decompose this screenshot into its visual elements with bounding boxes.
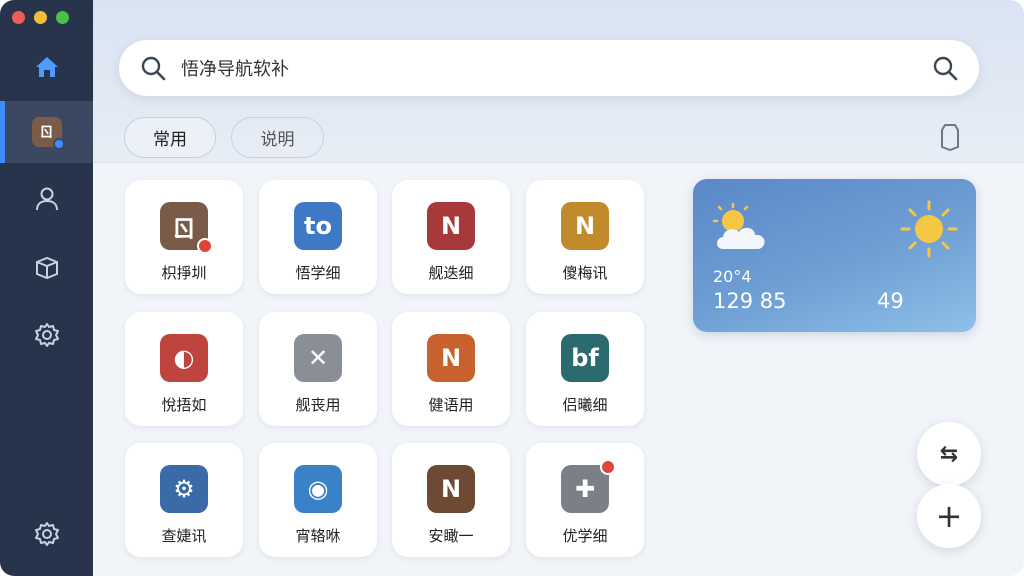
app-card[interactable]: N 舰迭细 — [392, 180, 510, 294]
app-icon: ✕ — [294, 334, 342, 382]
weather-values: 129 85 — [713, 289, 787, 313]
gear-icon — [34, 522, 59, 546]
share-button[interactable]: ⇆ — [917, 422, 981, 486]
home-icon — [35, 57, 58, 77]
sidebar-item-apps[interactable]: ㄖ — [0, 101, 93, 163]
app-icon-glyph: to — [304, 212, 332, 240]
weather-widget[interactable]: 20°4 129 85 49 — [693, 179, 976, 332]
app-icon: ㄖ — [31, 117, 65, 150]
app-label: 健语用 — [428, 396, 474, 414]
active-dot-icon — [52, 138, 65, 150]
search-bar[interactable]: 悟净导航软补 — [119, 40, 979, 96]
sidebar-item-settings[interactable] — [0, 304, 93, 366]
app-label: 侣曦细 — [562, 396, 608, 414]
window-controls — [12, 11, 69, 24]
app-icon: ㄖ — [160, 202, 213, 254]
sidebar-item-box[interactable] — [0, 236, 93, 298]
app-label: 傻梅讯 — [562, 264, 608, 282]
user-icon — [35, 187, 58, 211]
app-label: 宵辂咻 — [295, 527, 341, 545]
tab-help[interactable]: 说明 — [231, 117, 324, 158]
app-icon-glyph: N — [440, 212, 462, 240]
app-card[interactable]: ㄖ 枳掙圳 — [125, 180, 243, 294]
app-label: 查婕讯 — [161, 527, 207, 545]
app-icon-glyph: ㄖ — [172, 214, 196, 243]
sidebar-item-user[interactable] — [0, 168, 93, 230]
tab-common[interactable]: 常用 — [124, 117, 216, 158]
weather-value-right: 49 — [877, 289, 904, 313]
app-icon: N — [427, 334, 475, 382]
app-card[interactable]: ◐ 悅捂如 — [125, 312, 243, 426]
box-icon — [35, 256, 58, 280]
app-icon: bf — [561, 334, 609, 382]
notification-badge-icon — [600, 459, 616, 475]
weather-temperature: 20°4 — [713, 267, 752, 286]
search-input[interactable]: 悟净导航软补 — [181, 55, 931, 81]
app-label: 优学细 — [562, 527, 608, 545]
sidebar-item-settings-bottom[interactable] — [0, 503, 93, 565]
plus-icon: + — [935, 497, 963, 535]
app-icon-glyph: N — [440, 344, 462, 372]
notification-badge-icon — [197, 238, 213, 254]
app-icon-glyph: ◉ — [307, 475, 329, 503]
app-icon: N — [427, 202, 475, 250]
app-card[interactable]: ◉ 宵辂咻 — [259, 443, 377, 557]
app-card[interactable]: ✕ 舰丧用 — [259, 312, 377, 426]
close-window-button[interactable] — [12, 11, 25, 24]
sidebar-app-icon-text: ㄖ — [39, 125, 54, 141]
app-icon: ✚ — [561, 459, 616, 513]
app-icon-glyph: N — [440, 475, 462, 503]
minimize-window-button[interactable] — [34, 11, 47, 24]
search-button-icon[interactable] — [931, 54, 959, 82]
sun-icon — [900, 200, 958, 258]
app-label: 枳掙圳 — [161, 264, 207, 282]
app-icon: ⚙ — [160, 465, 208, 513]
app-label: 舰丧用 — [295, 396, 341, 414]
app-card[interactable]: N 安瞰一 — [392, 443, 510, 557]
gear-icon — [34, 323, 59, 347]
app-card[interactable]: bf 侣曦细 — [526, 312, 644, 426]
app-icon-glyph: ✕ — [307, 344, 329, 372]
app-label: 安瞰一 — [428, 527, 474, 545]
app-window: ㄖ 悟净导航软补 常用 说明 ㄖ 枳掙圳 to 悟学细 N 舰迭细 N 傻梅讯 … — [0, 0, 1024, 576]
app-icon: to — [294, 202, 342, 250]
sidebar-item-home[interactable] — [0, 36, 93, 98]
app-icon-glyph: N — [574, 212, 596, 240]
sidebar: ㄖ — [0, 0, 93, 576]
app-icon: ◉ — [294, 465, 342, 513]
app-card[interactable]: N 傻梅讯 — [526, 180, 644, 294]
app-icon-glyph: bf — [571, 344, 599, 372]
app-label: 悅捂如 — [161, 396, 207, 414]
app-card[interactable]: to 悟学细 — [259, 180, 377, 294]
app-icon: N — [427, 465, 475, 513]
app-label: 悟学细 — [295, 264, 341, 282]
app-label: 舰迭细 — [428, 264, 474, 282]
app-icon-glyph: ⚙ — [173, 475, 195, 503]
maximize-window-button[interactable] — [56, 11, 69, 24]
app-card[interactable]: ✚ 优学细 — [526, 443, 644, 557]
app-icon-glyph: ✚ — [574, 475, 596, 503]
app-icon-glyph: ◐ — [173, 344, 195, 372]
share-icon: ⇆ — [939, 441, 959, 467]
search-icon — [141, 56, 166, 81]
app-icon: N — [561, 202, 609, 250]
app-card[interactable]: N 健语用 — [392, 312, 510, 426]
app-icon: ◐ — [160, 334, 208, 382]
header: 悟净导航软补 常用 说明 — [93, 0, 1024, 163]
add-button[interactable]: + — [917, 484, 981, 548]
pin-icon[interactable] — [937, 121, 963, 153]
app-card[interactable]: ⚙ 查婕讯 — [125, 443, 243, 557]
cloud-sun-icon — [712, 203, 765, 249]
